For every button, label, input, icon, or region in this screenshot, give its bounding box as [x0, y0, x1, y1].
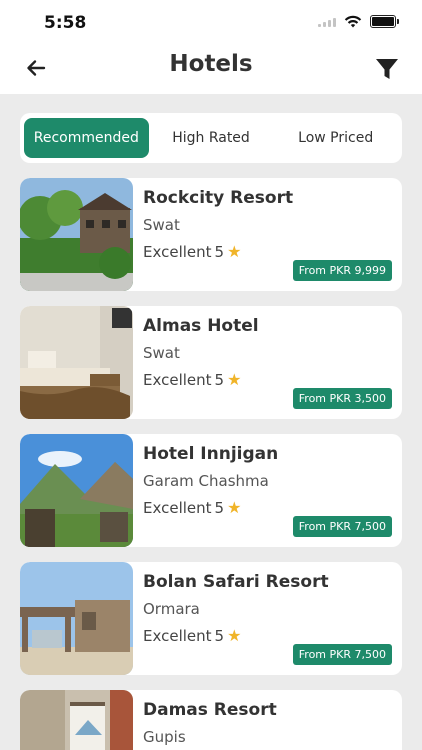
star-icon: ★ — [227, 242, 242, 261]
rating-value: 5 — [214, 370, 225, 389]
status-bar: 5:58 — [0, 0, 422, 44]
hotel-rating: Excellent 5 ★ — [143, 498, 241, 517]
price-badge: From PKR 7,500 — [292, 644, 392, 665]
hotel-card[interactable]: Bolan Safari Resort Ormara Excellent 5 ★… — [20, 562, 402, 675]
hotel-name: Damas Resort — [143, 700, 277, 720]
rating-text: Excellent — [143, 498, 212, 517]
hotel-name: Bolan Safari Resort — [143, 572, 329, 592]
nav-bar: Hotels — [0, 44, 422, 94]
hotel-name: Rockcity Resort — [143, 188, 294, 208]
rating-value: 5 — [214, 498, 225, 517]
filter-icon[interactable] — [374, 56, 400, 82]
tab-recommended[interactable]: Recommended — [24, 118, 149, 158]
hotel-location: Gupis — [143, 728, 186, 746]
status-icons — [318, 15, 399, 28]
star-icon: ★ — [227, 626, 242, 645]
rating-text: Excellent — [143, 370, 212, 389]
tab-high-rated[interactable]: High Rated — [149, 118, 274, 158]
hotel-location: Ormara — [143, 600, 200, 618]
hotel-thumbnail — [20, 434, 133, 547]
rating-value: 5 — [214, 242, 225, 261]
status-time: 5:58 — [44, 13, 87, 33]
hotel-thumbnail — [20, 178, 133, 291]
price-badge: From PKR 3,500 — [292, 388, 392, 409]
hotel-card[interactable]: Almas Hotel Swat Excellent 5 ★ From PKR … — [20, 306, 402, 419]
hotel-name: Almas Hotel — [143, 316, 259, 336]
hotel-location: Garam Chashma — [143, 472, 269, 490]
cellular-signal-icon — [318, 17, 336, 27]
hotel-name: Hotel Innjigan — [143, 444, 279, 464]
segmented-tabs: Recommended High Rated Low Priced — [20, 113, 402, 163]
hotel-rating: Excellent 5 ★ — [143, 370, 241, 389]
rating-text: Excellent — [143, 626, 212, 645]
rating-text: Excellent — [143, 242, 212, 261]
star-icon: ★ — [227, 498, 242, 517]
hotel-card[interactable]: Damas Resort Gupis — [20, 690, 402, 750]
price-badge: From PKR 9,999 — [292, 260, 392, 281]
hotel-card[interactable]: Rockcity Resort Swat Excellent 5 ★ From … — [20, 178, 402, 291]
hotel-location: Swat — [143, 344, 180, 362]
wifi-icon — [344, 15, 362, 28]
hotel-location: Swat — [143, 216, 180, 234]
page-title: Hotels — [169, 51, 253, 77]
hotel-thumbnail — [20, 690, 133, 750]
hotel-card[interactable]: Hotel Innjigan Garam Chashma Excellent 5… — [20, 434, 402, 547]
hotel-rating: Excellent 5 ★ — [143, 626, 241, 645]
star-icon: ★ — [227, 370, 242, 389]
price-badge: From PKR 7,500 — [292, 516, 392, 537]
tab-low-priced[interactable]: Low Priced — [273, 118, 398, 158]
hotel-thumbnail — [20, 306, 133, 419]
hotel-rating: Excellent 5 ★ — [143, 242, 241, 261]
battery-icon — [370, 15, 399, 28]
hotel-thumbnail — [20, 562, 133, 675]
rating-value: 5 — [214, 626, 225, 645]
